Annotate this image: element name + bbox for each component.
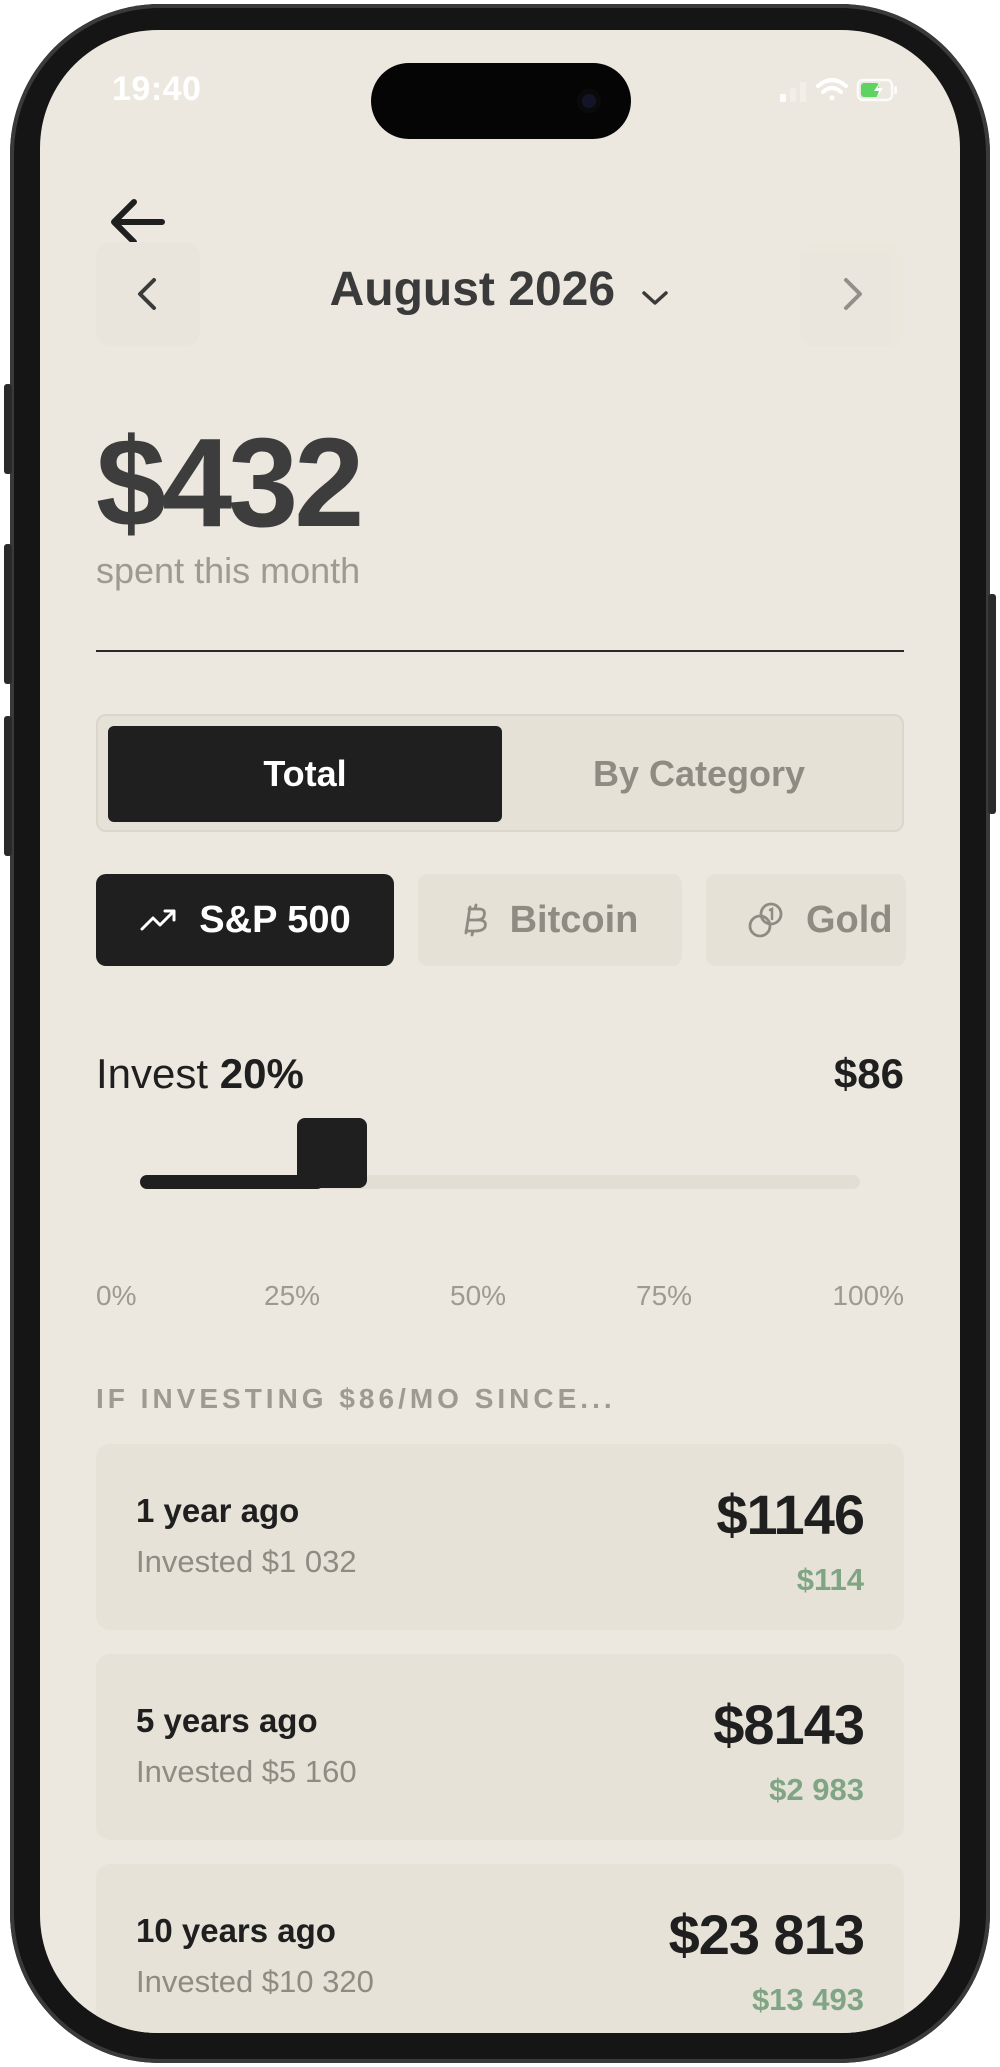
chevron-left-icon <box>138 278 156 310</box>
status-icons <box>780 72 900 111</box>
projection-card[interactable]: 1 year ago Invested $1 032 $1146 $114 <box>96 1444 904 1630</box>
card-gain: $114 <box>796 1562 864 1597</box>
volume-up-button <box>4 544 12 684</box>
asset-chip-label: Bitcoin <box>509 898 639 941</box>
card-period: 1 year ago <box>136 1492 300 1529</box>
asset-chip-gold[interactable]: Gold <box>706 874 906 966</box>
invest-label: Invest <box>96 1050 209 1097</box>
volume-down-button <box>4 716 12 856</box>
action-button <box>4 384 12 474</box>
coins-icon <box>748 902 783 938</box>
card-value: $8143 <box>713 1693 865 1756</box>
spent-label: spent this month <box>96 550 361 591</box>
previous-month-button[interactable] <box>96 242 200 346</box>
bitcoin-icon <box>464 903 487 937</box>
tick-label: 50% <box>450 1280 507 1311</box>
tick-label: 100% <box>832 1280 904 1311</box>
battery-icon <box>856 78 897 102</box>
card-invested: Invested $10 320 <box>136 1964 374 1999</box>
invest-row: Invest 20% $86 <box>96 1050 904 1098</box>
invest-slider-track[interactable] <box>140 1175 860 1189</box>
projection-card[interactable]: 10 years ago Invested $10 320 $23 813 $1… <box>96 1864 904 2033</box>
asset-chip-label: Gold <box>806 898 893 941</box>
card-invested: Invested $5 160 <box>136 1754 357 1789</box>
projection-title: IF INVESTING $86/MO SINCE... <box>96 1383 616 1414</box>
tab-by-category[interactable]: By Category <box>502 726 896 822</box>
card-value: $1146 <box>716 1483 865 1546</box>
next-month-button[interactable] <box>800 242 904 346</box>
power-button <box>988 594 996 814</box>
asset-chip-sp500[interactable]: S&P 500 <box>96 874 394 966</box>
app-screen: 19:40 August 2026 $432 spent this month … <box>40 30 960 2033</box>
month-selector[interactable]: August 2026 <box>240 262 760 320</box>
spent-amount: $432 <box>96 412 364 553</box>
tick-label: 25% <box>264 1280 321 1311</box>
wifi-icon <box>816 78 848 101</box>
status-time: 19:40 <box>112 70 202 108</box>
month-label: August 2026 <box>329 263 616 316</box>
tab-total[interactable]: Total <box>108 726 502 822</box>
invest-slider-thumb[interactable] <box>297 1118 367 1188</box>
signal-icon <box>780 82 806 102</box>
invest-amount: $86 <box>833 1050 904 1097</box>
asset-chip-bitcoin[interactable]: Bitcoin <box>418 874 682 966</box>
asset-chip-label: S&P 500 <box>199 898 351 941</box>
card-gain: $13 493 <box>751 1982 864 2017</box>
card-gain: $2 983 <box>769 1772 864 1807</box>
tick-label: 75% <box>636 1280 693 1311</box>
invest-percent: 20% <box>219 1050 304 1097</box>
chevron-down-icon <box>640 265 670 320</box>
chevron-right-icon <box>844 278 862 310</box>
card-invested: Invested $1 032 <box>136 1544 357 1579</box>
projection-card[interactable]: 5 years ago Invested $5 160 $8143 $2 983 <box>96 1654 904 1840</box>
view-toggle: Total By Category <box>96 714 904 832</box>
tick-label: 0% <box>96 1280 137 1311</box>
card-period: 5 years ago <box>136 1702 318 1739</box>
trending-up-icon <box>140 909 176 931</box>
card-value: $23 813 <box>668 1903 865 1966</box>
card-period: 10 years ago <box>136 1912 336 1949</box>
divider <box>96 650 904 652</box>
slider-ticks: 0% 25% 50% 75% 100% <box>96 1280 904 1320</box>
dynamic-island <box>371 63 631 139</box>
